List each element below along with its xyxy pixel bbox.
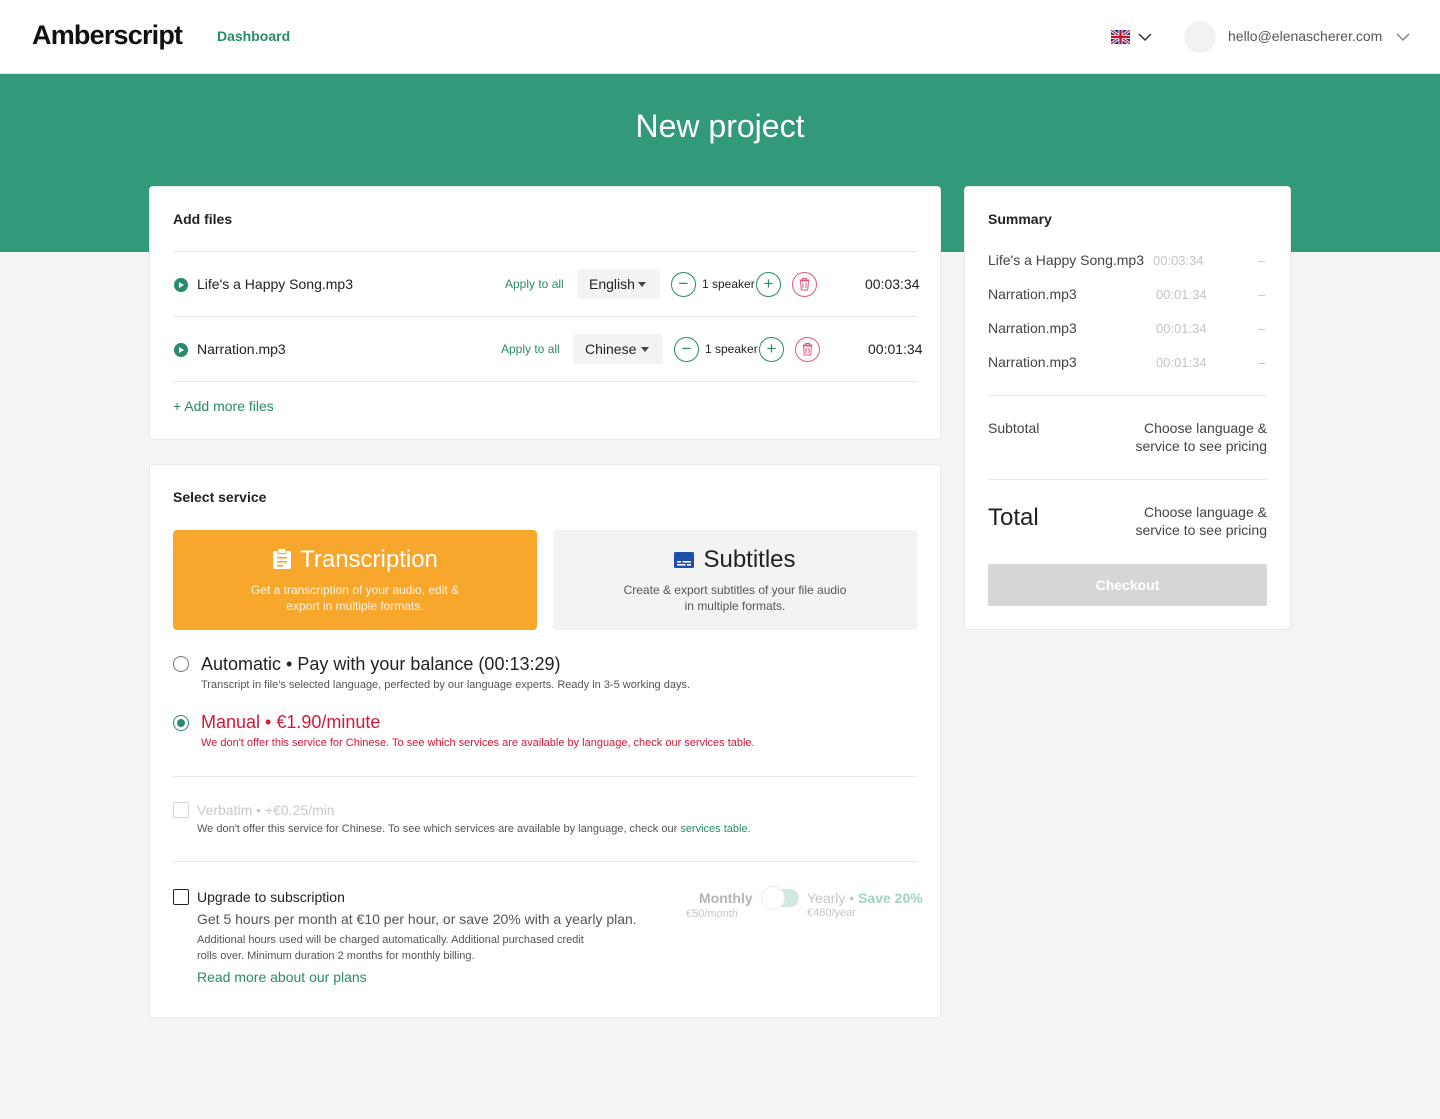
service-tile-title: Transcription [300, 546, 438, 573]
service-tile-title: Subtitles [703, 546, 796, 573]
summary-file-price: – [1258, 355, 1266, 370]
summary-file-duration: 00:01:34 [1156, 287, 1207, 302]
service-tile-heading: Transcription [173, 546, 537, 574]
automatic-option-title: Automatic • Pay with your balance (00:13… [201, 654, 561, 674]
increase-speaker-button[interactable]: + [759, 337, 784, 362]
language-select[interactable]: Chinese [573, 334, 663, 364]
summary-file-duration: 00:01:34 [1156, 321, 1207, 336]
increase-speaker-button[interactable]: + [756, 272, 781, 297]
yearly-label: Yearly [807, 890, 846, 906]
decrease-speaker-button[interactable]: − [671, 272, 696, 297]
file-duration: 00:01:34 [868, 341, 923, 357]
clipboard-icon [273, 548, 292, 569]
verbatim-desc-text: We don't offer this service for Chinese.… [197, 823, 678, 835]
total-value-line2: service to see pricing [1135, 522, 1267, 538]
summary-file-price: – [1258, 287, 1266, 302]
service-tile-transcription[interactable]: Transcription Get a transcription of you… [173, 530, 537, 630]
service-tile-desc: Create & export subtitles of your file a… [623, 583, 847, 613]
divider [988, 479, 1267, 480]
divider [173, 316, 917, 317]
summary-file-name: Narration.mp3 [988, 354, 1077, 370]
apply-to-all-link[interactable]: Apply to all [501, 342, 560, 356]
checkout-button[interactable]: Checkout [988, 564, 1267, 606]
summary-file-name: Narration.mp3 [988, 320, 1077, 336]
service-tile-heading: Subtitles [553, 546, 917, 574]
summary-file-price: – [1258, 321, 1266, 336]
delete-file-button[interactable] [792, 272, 817, 297]
divider [988, 395, 1267, 396]
yearly-price: €480/year [807, 907, 856, 919]
file-duration: 00:03:34 [865, 276, 920, 292]
divider [173, 381, 917, 382]
automatic-radio[interactable] [173, 656, 189, 672]
language-select[interactable]: English [577, 269, 660, 299]
user-email[interactable]: hello@elenascherer.com [1228, 28, 1382, 44]
billing-toggle[interactable] [761, 886, 799, 910]
top-bar: Amberscript Dashboard hello@elenascherer… [0, 0, 1440, 74]
manual-option-error: We don't offer this service for Chinese.… [201, 737, 755, 749]
file-name: Narration.mp3 [197, 341, 286, 357]
summary-file-name: Narration.mp3 [988, 286, 1077, 302]
total-value-line1: Choose language & [1144, 504, 1267, 520]
file-name: Life's a Happy Song.mp3 [197, 276, 353, 292]
monthly-price: €50/month [686, 908, 738, 920]
billing-toggle-knob [761, 886, 785, 910]
yearly-separator: • [849, 890, 855, 906]
subscription-line2b: rolls over. Minimum duration 2 months fo… [197, 950, 475, 962]
trash-icon [802, 343, 813, 356]
speaker-count: 1 speaker [705, 342, 758, 356]
select-service-title: Select service [173, 489, 267, 505]
manual-radio[interactable] [173, 715, 189, 731]
verbatim-checkbox[interactable] [173, 802, 189, 818]
service-tile-desc: Get a transcription of your audio, edit … [250, 583, 460, 613]
verbatim-desc: We don't offer this service for Chinese.… [197, 823, 751, 835]
monthly-label[interactable]: Monthly [699, 890, 753, 906]
automatic-option-desc: Transcript in file's selected language, … [201, 679, 691, 691]
yearly-label-row[interactable]: Yearly • Save 20% [807, 890, 923, 906]
language-select-value: Chinese [585, 341, 637, 357]
play-icon[interactable] [174, 343, 188, 357]
add-more-files-link[interactable]: + Add more files [173, 398, 274, 414]
subtotal-label: Subtotal [988, 420, 1040, 436]
summary-file-duration: 00:01:34 [1156, 355, 1207, 370]
manual-option-title: Manual • €1.90/minute [201, 712, 381, 732]
nav-dashboard-link[interactable]: Dashboard [217, 28, 290, 44]
divider [173, 861, 917, 862]
caret-down-icon [641, 347, 649, 352]
apply-to-all-link[interactable]: Apply to all [505, 277, 564, 291]
subtotal-value-line1: Choose language & [1144, 420, 1267, 436]
avatar[interactable] [1184, 21, 1216, 53]
read-more-plans-link[interactable]: Read more about our plans [197, 969, 367, 985]
summary-file-duration: 00:03:34 [1153, 253, 1204, 268]
subscription-line1: Get 5 hours per month at €10 per hour, o… [197, 911, 637, 927]
divider [173, 251, 917, 252]
language-chevron-down-icon[interactable] [1138, 30, 1152, 44]
summary-file-price: – [1258, 253, 1266, 268]
yearly-save-badge: Save 20% [858, 890, 923, 906]
uk-flag-icon[interactable] [1111, 30, 1130, 44]
caret-down-icon [638, 282, 646, 287]
services-table-link[interactable]: services table. [680, 823, 750, 835]
subtotal-value-line2: service to see pricing [1135, 438, 1267, 454]
verbatim-title: Verbatim • +€0.25/min [197, 802, 335, 818]
delete-file-button[interactable] [795, 337, 820, 362]
add-files-title: Add files [173, 211, 233, 227]
subscription-checkbox[interactable] [173, 889, 189, 905]
logo[interactable]: Amberscript [32, 20, 183, 51]
summary-title: Summary [988, 211, 1052, 227]
speaker-count: 1 speaker [702, 277, 755, 291]
divider [173, 776, 917, 777]
summary-file-name: Life's a Happy Song.mp3 [988, 252, 1144, 268]
decrease-speaker-button[interactable]: − [674, 337, 699, 362]
subscription-line2a: Additional hours used will be charged au… [197, 934, 584, 946]
trash-icon [799, 278, 810, 291]
user-menu-chevron-down-icon[interactable] [1396, 30, 1410, 44]
subtitles-icon [674, 552, 695, 568]
subscription-title: Upgrade to subscription [197, 889, 345, 905]
language-select-value: English [589, 276, 635, 292]
page-title: New project [635, 108, 805, 144]
service-tile-subtitles[interactable]: Subtitles Create & export subtitles of y… [553, 530, 917, 630]
total-label: Total [988, 504, 1039, 531]
play-icon[interactable] [174, 278, 188, 292]
